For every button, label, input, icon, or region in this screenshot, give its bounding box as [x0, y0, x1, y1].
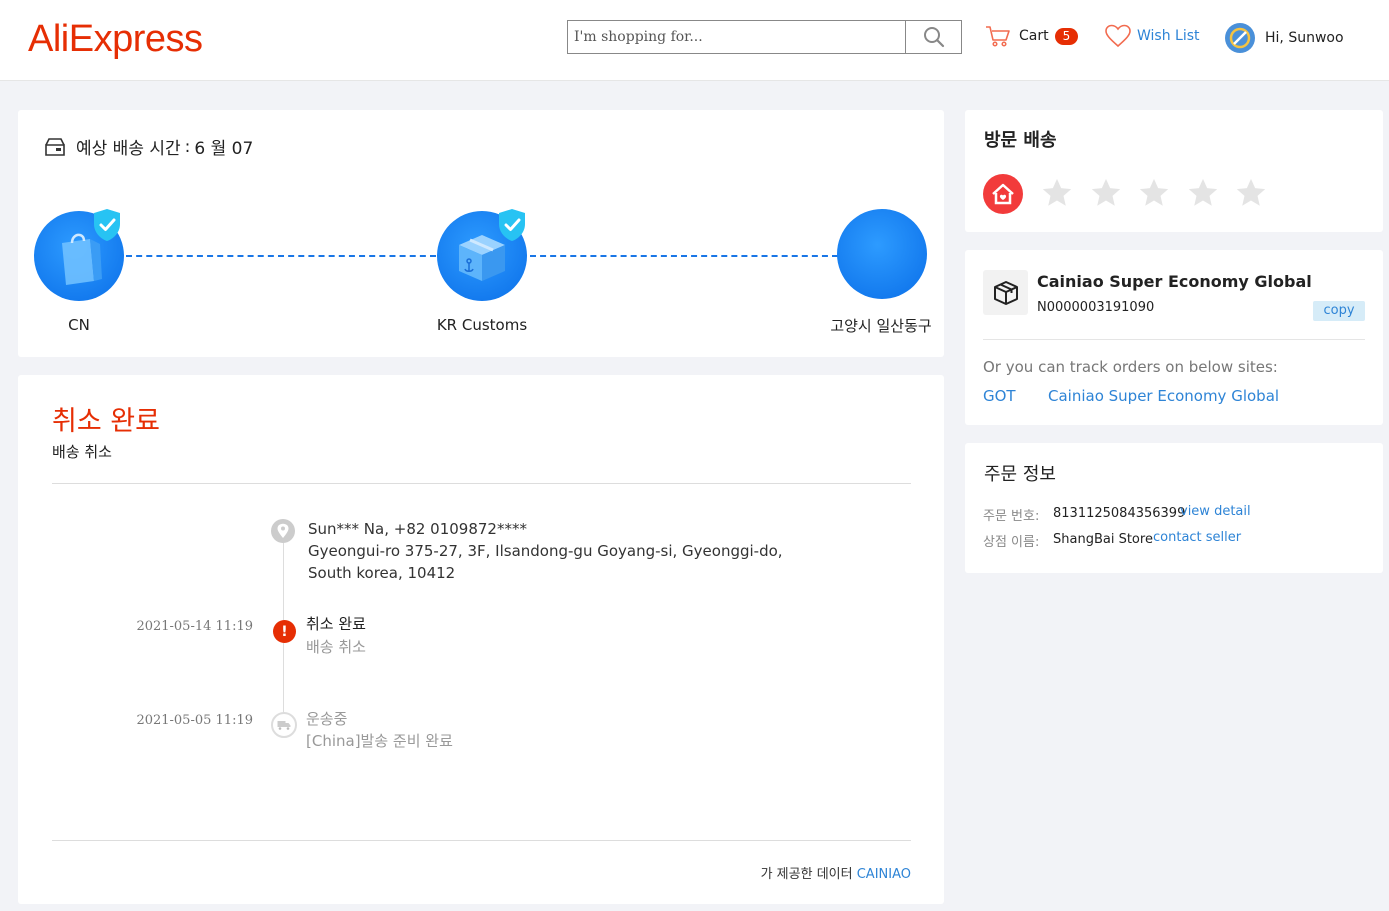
- star-icon[interactable]: [1040, 176, 1074, 210]
- status-title: 취소 완료: [52, 406, 160, 437]
- order-number-label: 주문 번호:: [983, 509, 1040, 524]
- provider-prefix: 가 제공한 데이터: [760, 867, 853, 882]
- status-subtitle: 배송 취소: [52, 443, 112, 461]
- event-time: 2021-05-14 11:19: [136, 619, 253, 634]
- divider: [52, 840, 911, 841]
- visit-delivery-title: 방문 배송: [984, 130, 1057, 151]
- divider: [983, 339, 1365, 340]
- event-time: 2021-05-05 11:19: [136, 713, 253, 728]
- tracking-progress-card: 예상 배송 시간 : 6 월 07 CN KR Customs 고양시 일산동구: [18, 110, 944, 357]
- node-destination: [837, 209, 927, 299]
- eta-value: 6 월 07: [194, 139, 254, 159]
- aliexpress-logo[interactable]: AliExpress: [28, 18, 203, 61]
- cart-label: Cart: [1019, 28, 1049, 44]
- divider: [52, 483, 911, 484]
- tracking-number: N0000003191090: [1037, 300, 1155, 315]
- user-greeting: Hi, Sunwoo: [1265, 30, 1344, 46]
- wishlist-label: Wish List: [1137, 28, 1200, 44]
- eta-label: 예상 배송 시간: [76, 139, 181, 159]
- progress-connector: [126, 255, 436, 257]
- search-icon: [923, 27, 944, 48]
- carrier-name: Cainiao Super Economy Global: [1037, 272, 1312, 291]
- delivery-box-icon: [45, 137, 65, 156]
- heart-icon: [1105, 24, 1131, 48]
- data-provider: 가 제공한 데이터 CAINIAO: [761, 863, 911, 882]
- node-label-destination: 고양시 일산동구: [830, 317, 932, 335]
- eta-separator: :: [184, 136, 191, 157]
- avatar: [1225, 23, 1255, 53]
- carrier-card: Cainiao Super Economy Global N0000003191…: [965, 250, 1383, 425]
- track-sites-note: Or you can track orders on below sites:: [983, 358, 1278, 376]
- recipient-line: Sun*** Na, +82 0109872****: [308, 520, 527, 538]
- order-number-value: 8131125084356399: [1053, 506, 1186, 521]
- contact-seller-link[interactable]: contact seller: [1153, 530, 1241, 545]
- verified-shield-icon: [499, 209, 525, 241]
- alert-icon: !: [273, 620, 296, 643]
- wishlist-link[interactable]: Wish List: [1105, 24, 1200, 48]
- view-detail-link[interactable]: view detail: [1180, 504, 1251, 519]
- node-label-origin: CN: [68, 316, 90, 334]
- event-description: [China]발송 준비 완료: [306, 732, 453, 750]
- site-link-got[interactable]: GOT: [983, 387, 1016, 405]
- rating-stars[interactable]: [1040, 176, 1283, 210]
- location-pin-icon: [271, 519, 295, 543]
- event-title: 취소 완료: [306, 615, 366, 633]
- event-title: 운송중: [306, 710, 348, 728]
- home-icon: [983, 174, 1023, 214]
- package-icon: [983, 270, 1028, 315]
- truck-icon: [271, 712, 297, 738]
- progress-connector: [530, 255, 838, 257]
- store-name-value: ShangBai Store: [1053, 532, 1153, 547]
- search-input[interactable]: [568, 21, 906, 53]
- search-button[interactable]: [906, 21, 961, 53]
- event-description: 배송 취소: [306, 638, 366, 656]
- cainiao-link[interactable]: CAINIAO: [857, 867, 911, 882]
- copy-button[interactable]: copy: [1313, 301, 1365, 321]
- order-info-card: 주문 정보 주문 번호: 8131125084356399 view detai…: [965, 443, 1383, 573]
- star-icon[interactable]: [1234, 176, 1268, 210]
- order-info-title: 주문 정보: [984, 464, 1056, 485]
- user-menu[interactable]: Hi, Sunwoo: [1224, 22, 1344, 54]
- site-link-cainiao[interactable]: Cainiao Super Economy Global: [1048, 387, 1279, 405]
- visit-delivery-card: 방문 배송: [965, 110, 1383, 232]
- star-icon[interactable]: [1089, 176, 1123, 210]
- store-name-label: 상점 이름:: [983, 535, 1040, 550]
- tracking-detail-card: 취소 완료 배송 취소 Sun*** Na, +82 0109872**** G…: [18, 375, 944, 904]
- star-icon[interactable]: [1186, 176, 1220, 210]
- shipping-address: Sun*** Na, +82 0109872**** Gyeongui-ro 3…: [308, 518, 828, 584]
- verified-shield-icon: [94, 209, 120, 241]
- node-label-customs: KR Customs: [436, 316, 528, 334]
- cart-count-badge: 5: [1054, 27, 1079, 45]
- estimated-delivery: 예상 배송 시간 : 6 월 07: [44, 134, 253, 159]
- top-header: AliExpress Cart 5 Wish List Hi, S: [0, 0, 1389, 81]
- address-line: Gyeongui-ro 375-27, 3F, Ilsandong-gu Goy…: [308, 542, 783, 582]
- cart-icon: [986, 26, 1010, 47]
- search-bar: [567, 20, 962, 54]
- cart-link[interactable]: Cart 5: [985, 24, 1079, 48]
- star-icon[interactable]: [1137, 176, 1171, 210]
